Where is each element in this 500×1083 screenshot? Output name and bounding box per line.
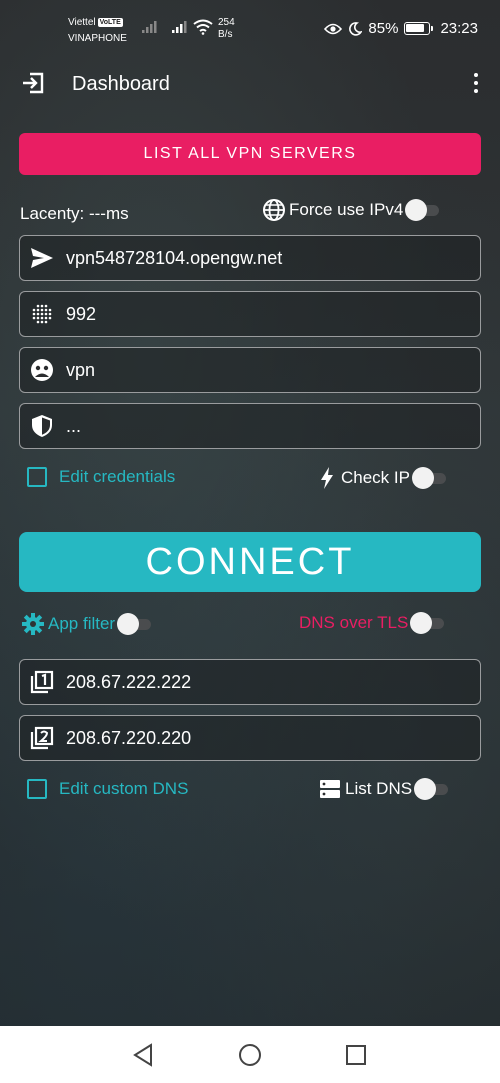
server-icon: [320, 780, 340, 798]
moon-icon: [349, 21, 363, 36]
force-ipv4-toggle[interactable]: [405, 199, 440, 221]
status-right: 85% 23:23: [324, 20, 478, 37]
connect-button[interactable]: CONNECT: [19, 532, 481, 592]
password-field[interactable]: [19, 403, 481, 449]
carrier-info: Viettel VoLTE VINAPHONE: [68, 15, 127, 47]
battery-icon: [404, 22, 434, 35]
server-input[interactable]: [66, 247, 446, 269]
edit-custom-dns-row[interactable]: Edit custom DNS: [27, 779, 188, 799]
carrier-2: VINAPHONE: [68, 33, 127, 44]
dns-over-tls-row: DNS over TLS: [299, 612, 445, 634]
list-vpn-servers-button[interactable]: LIST ALL VPN SERVERS: [19, 133, 481, 175]
force-ipv4-row: Force use IPv4: [262, 198, 440, 222]
clock: 23:23: [440, 20, 478, 37]
battery-percent: 85%: [368, 20, 399, 37]
secondary-dns-field[interactable]: [19, 715, 481, 761]
check-ip-toggle[interactable]: [411, 467, 446, 489]
check-ip-row: Check IP: [320, 466, 446, 490]
page-title: Dashboard: [72, 73, 170, 95]
volte-badge: VoLTE: [97, 18, 123, 27]
app-filter-label: App filter: [48, 614, 116, 633]
edit-custom-dns-checkbox[interactable]: [27, 779, 47, 799]
recents-square-icon[interactable]: [343, 1042, 369, 1068]
force-ipv4-label: Force use IPv4: [289, 200, 404, 219]
system-nav-bar: [0, 1026, 500, 1083]
port-field[interactable]: [19, 291, 481, 337]
list-dns-row: List DNS: [319, 778, 449, 800]
home-circle-icon[interactable]: [237, 1042, 263, 1068]
app-filter-row: App filter: [21, 612, 152, 636]
check-ip-label: Check IP: [341, 468, 410, 487]
secondary-dns-input[interactable]: [66, 727, 446, 749]
dns-over-tls-label: DNS over TLS: [299, 613, 409, 632]
send-icon: [30, 246, 54, 270]
username-field[interactable]: [19, 347, 481, 393]
signal-icon: [142, 21, 157, 33]
edit-credentials-row[interactable]: Edit credentials: [27, 467, 175, 487]
username-input[interactable]: [66, 359, 446, 381]
wifi-icon: [193, 19, 213, 35]
status-bar: Viettel VoLTE VINAPHONE 254 B/s 85% 23:23: [0, 0, 500, 56]
port-input[interactable]: [66, 303, 446, 325]
edit-credentials-checkbox[interactable]: [27, 467, 47, 487]
edit-custom-dns-label: Edit custom DNS: [59, 779, 189, 798]
signal-icon-2: [172, 21, 187, 33]
dns-over-tls-toggle[interactable]: [410, 612, 445, 634]
primary-dns-input[interactable]: [66, 671, 446, 693]
app-filter-toggle[interactable]: [117, 613, 152, 635]
latency-label: Lacenty: ---ms: [20, 204, 129, 223]
globe-icon: [263, 199, 285, 221]
list-dns-toggle[interactable]: [414, 778, 449, 800]
bolt-icon: [321, 467, 333, 489]
back-triangle-icon[interactable]: [131, 1042, 157, 1068]
filter-1-icon: [30, 670, 54, 694]
net-speed-unit: B/s: [218, 29, 233, 40]
password-input[interactable]: [66, 415, 446, 437]
shield-icon: [30, 414, 54, 438]
dots-grid-icon: [30, 302, 54, 326]
server-field[interactable]: [19, 235, 481, 281]
net-speed-value: 254: [218, 17, 235, 28]
edit-credentials-label: Edit credentials: [59, 467, 176, 486]
net-speed: 254 B/s: [218, 17, 235, 41]
carrier-1: Viettel: [68, 17, 96, 28]
app-bar: Dashboard: [0, 56, 500, 112]
eye-icon: [324, 23, 343, 34]
gear-icon: [22, 613, 44, 635]
user-circle-icon: [30, 358, 54, 382]
primary-dns-field[interactable]: [19, 659, 481, 705]
logout-icon[interactable]: [20, 70, 46, 96]
more-menu-icon[interactable]: [470, 70, 482, 96]
list-dns-label: List DNS: [345, 779, 413, 798]
filter-2-icon: [30, 726, 54, 750]
